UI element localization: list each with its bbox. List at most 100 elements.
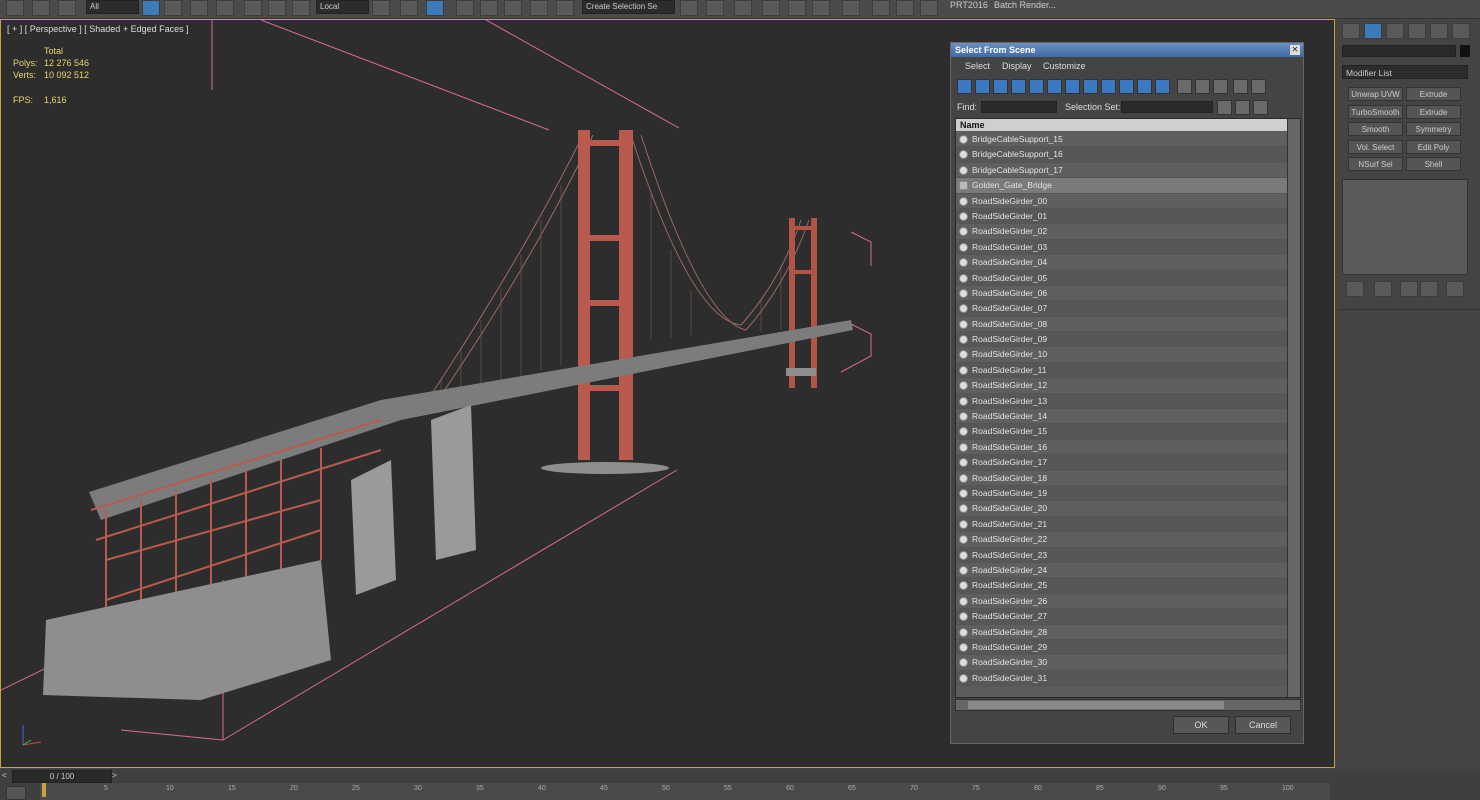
horizontal-scroll-thumb[interactable] — [968, 701, 1224, 709]
list-item[interactable]: RoadSideGirder_11 — [956, 362, 1288, 379]
list-item[interactable]: RoadSideGirder_09 — [956, 332, 1288, 348]
motion-tab-icon[interactable] — [1408, 23, 1426, 39]
render-production-icon[interactable] — [920, 0, 938, 16]
next-frame-icon[interactable]: > — [112, 771, 117, 780]
list-item[interactable]: BridgeCableSupport_16 — [956, 147, 1288, 163]
list-item[interactable]: RoadSideGirder_28 — [956, 624, 1288, 640]
pin-stack-icon[interactable] — [1346, 281, 1364, 297]
scene-object-list[interactable]: Name BridgeCableSupport_15 BridgeCableSup… — [955, 118, 1301, 698]
menu-select[interactable]: Select — [965, 61, 990, 71]
ok-button[interactable]: OK — [1173, 716, 1229, 734]
make-unique-icon[interactable] — [1400, 281, 1418, 297]
remove-modifier-icon[interactable] — [1420, 281, 1438, 297]
prt-label[interactable]: PRT2016 — [950, 0, 988, 10]
angle-snap-icon[interactable] — [480, 0, 498, 16]
select-link-icon[interactable] — [6, 0, 24, 16]
named-selection-set-combo[interactable]: Create Selection Se — [582, 0, 675, 14]
modifier-button-smooth[interactable]: Smooth — [1348, 122, 1403, 136]
bind-space-warp-icon[interactable] — [58, 0, 76, 16]
list-item[interactable]: RoadSideGirder_19 — [956, 485, 1288, 502]
window-crossing-icon[interactable] — [216, 0, 234, 16]
display-spacewarps-icon[interactable] — [1047, 79, 1062, 94]
move-icon[interactable] — [244, 0, 262, 16]
object-name-field[interactable] — [1342, 45, 1456, 57]
list-item[interactable]: RoadSideGirder_17 — [956, 455, 1288, 471]
filter-icon[interactable] — [1233, 79, 1248, 94]
modifier-button-shell[interactable]: Shell — [1406, 157, 1461, 171]
modifier-button-vol-select[interactable]: Vol. Select — [1348, 140, 1403, 154]
list-item[interactable]: RoadSideGirder_04 — [956, 255, 1288, 271]
display-helpers-icon[interactable] — [1029, 79, 1044, 94]
modifier-list-combo[interactable]: Modifier List — [1342, 65, 1468, 79]
graphite-toolbar-icon[interactable] — [762, 0, 780, 16]
snaps-toggle-icon[interactable] — [456, 0, 474, 16]
object-color-swatch[interactable] — [1460, 45, 1470, 57]
curve-editor-icon[interactable] — [788, 0, 806, 16]
add-selection-set-icon[interactable] — [1217, 100, 1232, 115]
list-item[interactable]: RoadSideGirder_05 — [956, 270, 1288, 286]
display-bones-icon[interactable] — [1101, 79, 1116, 94]
show-end-result-icon[interactable] — [1374, 281, 1392, 297]
list-item[interactable]: RoadSideGirder_16 — [956, 439, 1288, 456]
menu-customize[interactable]: Customize — [1043, 61, 1086, 71]
list-item[interactable]: RoadSideGirder_10 — [956, 347, 1288, 363]
display-hidden-icon[interactable] — [1155, 79, 1170, 94]
create-tab-icon[interactable] — [1342, 23, 1360, 39]
list-item[interactable]: RoadSideGirder_00 — [956, 193, 1288, 209]
display-tab-icon[interactable] — [1430, 23, 1448, 39]
find-input[interactable] — [981, 101, 1057, 113]
cancel-button[interactable]: Cancel — [1235, 716, 1291, 734]
modifier-button-extrude[interactable]: Extrude — [1406, 87, 1461, 101]
select-invert-icon[interactable] — [1213, 79, 1228, 94]
modifier-button-symmetry[interactable]: Symmetry — [1406, 122, 1461, 136]
select-by-name-icon[interactable] — [164, 0, 182, 16]
modifier-button-unwrap-uvw[interactable]: Unwrap UVW — [1348, 87, 1403, 101]
list-item[interactable]: RoadSideGirder_06 — [956, 285, 1288, 302]
list-item[interactable]: RoadSideGirder_23 — [956, 547, 1288, 563]
list-item[interactable]: RoadSideGirder_20 — [956, 501, 1288, 517]
list-item[interactable]: RoadSideGirder_30 — [956, 655, 1288, 671]
filter-options-icon[interactable] — [1251, 79, 1266, 94]
list-item[interactable]: RoadSideGirder_13 — [956, 393, 1288, 410]
select-manipulate-icon[interactable] — [400, 0, 418, 16]
select-object-icon[interactable] — [142, 0, 160, 16]
list-item[interactable]: RoadSideGirder_03 — [956, 239, 1288, 256]
display-lights-icon[interactable] — [993, 79, 1008, 94]
remove-selection-set-icon[interactable] — [1235, 100, 1250, 115]
menu-display[interactable]: Display — [1002, 61, 1032, 71]
vertical-scrollbar[interactable] — [1287, 119, 1300, 697]
mirror-icon[interactable] — [680, 0, 698, 16]
column-header-name[interactable]: Name — [956, 119, 1288, 131]
list-item[interactable]: RoadSideGirder_02 — [956, 224, 1288, 240]
list-item[interactable]: RoadSideGirder_15 — [956, 424, 1288, 440]
list-item[interactable]: BridgeCableSupport_17 — [956, 162, 1288, 179]
list-item[interactable]: RoadSideGirder_14 — [956, 409, 1288, 425]
display-containers-icon[interactable] — [1119, 79, 1134, 94]
modifier-button-nsurf-sel[interactable]: NSurf Sel — [1348, 157, 1403, 171]
material-editor-icon[interactable] — [842, 0, 860, 16]
display-geometry-icon[interactable] — [957, 79, 972, 94]
display-groups-icon[interactable] — [1065, 79, 1080, 94]
rectangular-selection-icon[interactable] — [190, 0, 208, 16]
rotate-icon[interactable] — [268, 0, 286, 16]
edit-selection-set-icon[interactable] — [1253, 100, 1268, 115]
pivot-center-icon[interactable] — [372, 0, 390, 16]
list-item[interactable]: RoadSideGirder_24 — [956, 562, 1288, 579]
select-none-icon[interactable] — [1195, 79, 1210, 94]
list-item[interactable]: RoadSideGirder_22 — [956, 532, 1288, 548]
list-item[interactable]: RoadSideGirder_01 — [956, 208, 1288, 225]
rendered-frame-window-icon[interactable] — [896, 0, 914, 16]
display-cameras-icon[interactable] — [1011, 79, 1026, 94]
layer-explorer-icon[interactable] — [734, 0, 752, 16]
reference-coordinate-combo[interactable]: Local — [316, 0, 369, 14]
list-item[interactable]: Golden_Gate_Bridge — [956, 178, 1288, 194]
select-all-icon[interactable] — [1177, 79, 1192, 94]
configure-modifier-sets-icon[interactable] — [1446, 281, 1464, 297]
list-item[interactable]: RoadSideGirder_21 — [956, 516, 1288, 533]
unlink-icon[interactable] — [32, 0, 50, 16]
scale-icon[interactable] — [292, 0, 310, 16]
display-frozen-icon[interactable] — [1137, 79, 1152, 94]
selection-set-combo[interactable] — [1121, 101, 1213, 113]
hierarchy-tab-icon[interactable] — [1386, 23, 1404, 39]
batch-render-label[interactable]: Batch Render... — [994, 0, 1056, 10]
